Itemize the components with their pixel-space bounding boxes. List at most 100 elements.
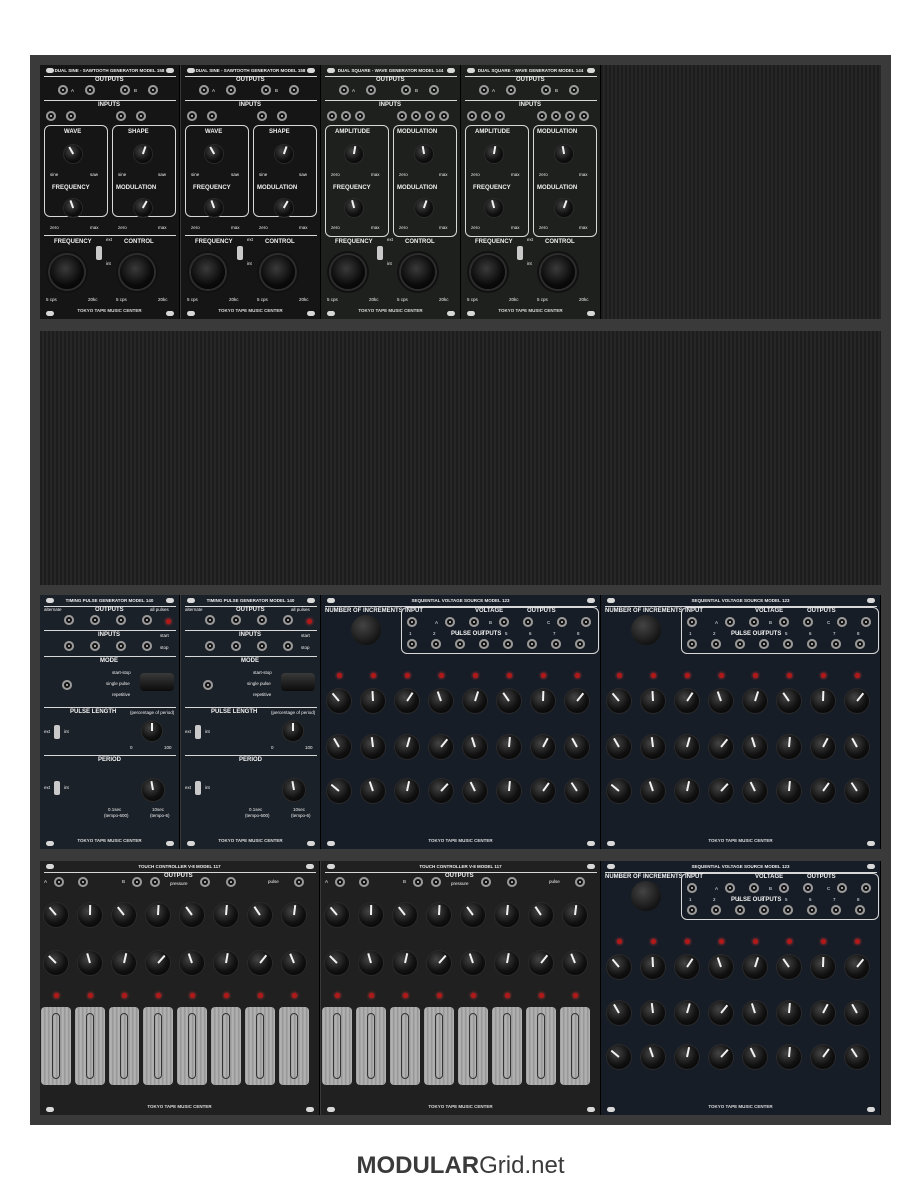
jack-socket[interactable] — [231, 615, 241, 625]
step-knob-c[interactable] — [327, 779, 351, 803]
jack-socket[interactable] — [783, 905, 793, 915]
step-knob-c[interactable] — [463, 779, 487, 803]
touch-knob-b[interactable] — [214, 951, 238, 975]
frequency-knob[interactable] — [205, 199, 223, 217]
touch-knob-b[interactable] — [180, 951, 204, 975]
jack-socket[interactable] — [407, 617, 417, 627]
step-knob-a[interactable] — [811, 955, 835, 979]
wave-knob[interactable] — [64, 145, 82, 163]
step-knob-b[interactable] — [463, 735, 487, 759]
step-knob-b[interactable] — [777, 1001, 801, 1025]
step-knob-b[interactable] — [607, 735, 631, 759]
step-knob-b[interactable] — [675, 1001, 699, 1025]
step-knob-b[interactable] — [709, 735, 733, 759]
step-knob-c[interactable] — [395, 779, 419, 803]
jack-socket[interactable] — [565, 111, 575, 121]
jack-socket[interactable] — [90, 615, 100, 625]
step-knob-a[interactable] — [675, 955, 699, 979]
step-knob-a[interactable] — [811, 689, 835, 713]
step-knob-b[interactable] — [327, 735, 351, 759]
jack-socket[interactable] — [837, 617, 847, 627]
touch-plate-key[interactable] — [356, 1007, 386, 1085]
jack-socket[interactable] — [366, 85, 376, 95]
jack-socket[interactable] — [62, 680, 72, 690]
step-knob-a[interactable] — [607, 689, 631, 713]
increments-selector[interactable] — [631, 881, 661, 911]
jack-socket[interactable] — [136, 111, 146, 121]
jack-socket[interactable] — [401, 85, 411, 95]
jack-socket[interactable] — [142, 615, 152, 625]
touch-plate-key[interactable] — [75, 1007, 105, 1085]
jack-socket[interactable] — [803, 617, 813, 627]
step-knob-a[interactable] — [565, 689, 589, 713]
jack-socket[interactable] — [749, 883, 759, 893]
touch-knob-b[interactable] — [282, 951, 306, 975]
jack-socket[interactable] — [142, 641, 152, 651]
jack-socket[interactable] — [503, 639, 513, 649]
mode-selector-knob[interactable] — [281, 673, 315, 691]
control-dial[interactable] — [261, 255, 295, 289]
touch-knob-a[interactable] — [461, 903, 485, 927]
jack-socket[interactable] — [481, 877, 491, 887]
step-knob-a[interactable] — [777, 955, 801, 979]
step-knob-a[interactable] — [743, 955, 767, 979]
jack-socket[interactable] — [495, 111, 505, 121]
touch-knob-a[interactable] — [393, 903, 417, 927]
step-knob-a[interactable] — [429, 689, 453, 713]
step-knob-c[interactable] — [675, 1045, 699, 1069]
jack-socket[interactable] — [779, 617, 789, 627]
step-knob-c[interactable] — [361, 779, 385, 803]
jack-socket[interactable] — [749, 617, 759, 627]
touch-knob-b[interactable] — [78, 951, 102, 975]
jack-socket[interactable] — [575, 877, 585, 887]
step-knob-b[interactable] — [531, 735, 555, 759]
touch-plate-key[interactable] — [492, 1007, 522, 1085]
jack-socket[interactable] — [226, 877, 236, 887]
step-knob-a[interactable] — [463, 689, 487, 713]
jack-socket[interactable] — [116, 615, 126, 625]
jack-socket[interactable] — [807, 639, 817, 649]
jack-socket[interactable] — [711, 905, 721, 915]
touch-plate-key[interactable] — [424, 1007, 454, 1085]
step-knob-a[interactable] — [777, 689, 801, 713]
jack-socket[interactable] — [725, 617, 735, 627]
touch-knob-b[interactable] — [112, 951, 136, 975]
step-knob-c[interactable] — [777, 1045, 801, 1069]
control-dial[interactable] — [120, 255, 154, 289]
jack-socket[interactable] — [581, 617, 591, 627]
jack-socket[interactable] — [855, 639, 865, 649]
touch-knob-a[interactable] — [78, 903, 102, 927]
toggle-switch[interactable] — [54, 781, 60, 795]
jack-socket[interactable] — [687, 883, 697, 893]
touch-plate-key[interactable] — [458, 1007, 488, 1085]
touch-plate-key[interactable] — [211, 1007, 241, 1085]
jack-socket[interactable] — [687, 905, 697, 915]
toggle-switch[interactable] — [377, 246, 383, 260]
touch-knob-a[interactable] — [282, 903, 306, 927]
step-knob-c[interactable] — [709, 1045, 733, 1069]
shape-knob[interactable] — [275, 145, 293, 163]
step-knob-c[interactable] — [531, 779, 555, 803]
jack-socket[interactable] — [148, 85, 158, 95]
jack-socket[interactable] — [54, 877, 64, 887]
jack-socket[interactable] — [78, 877, 88, 887]
control-dial[interactable] — [401, 255, 435, 289]
step-knob-a[interactable] — [497, 689, 521, 713]
toggle-switch[interactable] — [237, 246, 243, 260]
jack-socket[interactable] — [711, 639, 721, 649]
toggle-switch[interactable] — [96, 246, 102, 260]
jack-socket[interactable] — [257, 111, 267, 121]
step-knob-b[interactable] — [607, 1001, 631, 1025]
modulation-knob[interactable] — [415, 145, 433, 163]
wave-knob[interactable] — [205, 145, 223, 163]
jack-socket[interactable] — [431, 639, 441, 649]
modulation-knob[interactable] — [555, 199, 573, 217]
touch-knob-b[interactable] — [146, 951, 170, 975]
jack-socket[interactable] — [506, 85, 516, 95]
step-knob-c[interactable] — [811, 779, 835, 803]
jack-socket[interactable] — [779, 883, 789, 893]
frequency-knob[interactable] — [485, 199, 503, 217]
jack-socket[interactable] — [66, 111, 76, 121]
step-knob-b[interactable] — [497, 735, 521, 759]
jack-socket[interactable] — [759, 639, 769, 649]
